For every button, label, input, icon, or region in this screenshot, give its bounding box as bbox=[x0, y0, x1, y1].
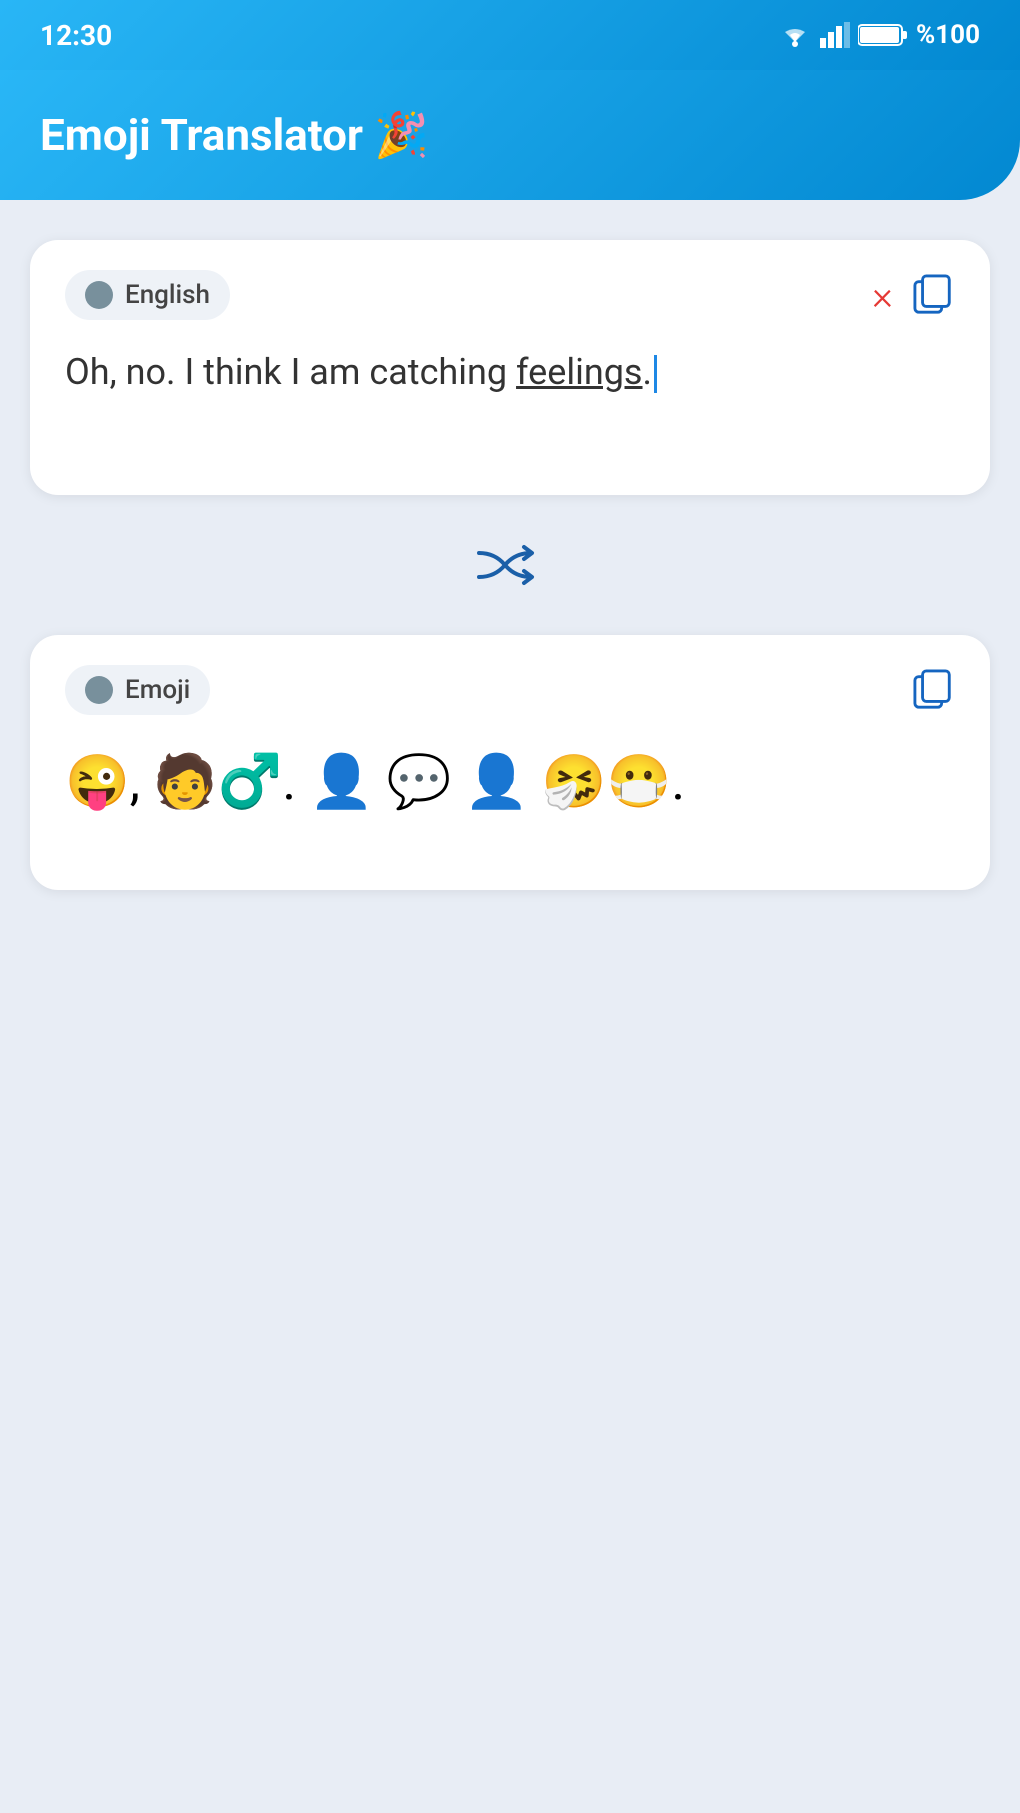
input-card: English × Oh, no. I think I am catching … bbox=[30, 240, 990, 495]
main-content: English × Oh, no. I think I am catching … bbox=[0, 200, 1020, 930]
wifi-icon bbox=[778, 22, 812, 48]
output-card-header: Emoji bbox=[65, 665, 955, 715]
clear-button[interactable]: × bbox=[872, 272, 893, 319]
status-time: 12:30 bbox=[40, 19, 112, 52]
input-lang-label: English bbox=[125, 280, 210, 310]
input-lang-dot bbox=[85, 281, 113, 309]
shuffle-icon bbox=[475, 535, 545, 595]
shuffle-button[interactable] bbox=[475, 535, 545, 595]
input-card-header: English × bbox=[65, 270, 955, 320]
input-card-actions: × bbox=[872, 272, 955, 319]
emoji-output-text: 😜, 🧑‍♂️. 👤 💬 👤 🤧😷. bbox=[65, 751, 685, 812]
input-copy-button[interactable] bbox=[913, 274, 955, 316]
output-language-badge[interactable]: Emoji bbox=[65, 665, 210, 715]
signal-icon bbox=[820, 22, 850, 48]
output-card: Emoji 😜, 🧑‍♂️. 👤 💬 👤 🤧😷. bbox=[30, 635, 990, 890]
input-language-badge[interactable]: English bbox=[65, 270, 230, 320]
input-text-main: Oh, no. I think I am catching bbox=[65, 351, 516, 393]
input-text-display: Oh, no. I think I am catching feelings. bbox=[65, 345, 955, 465]
battery-text: %100 bbox=[916, 20, 980, 50]
input-text-after: . bbox=[643, 351, 653, 393]
output-lang-dot bbox=[85, 676, 113, 704]
input-text-underlined: feelings bbox=[516, 351, 642, 393]
output-lang-label: Emoji bbox=[125, 675, 190, 705]
output-copy-button[interactable] bbox=[913, 669, 955, 711]
app-header: Emoji Translator 🎉 bbox=[0, 70, 1020, 200]
shuffle-container bbox=[30, 525, 990, 605]
header-emoji: 🎉 bbox=[374, 109, 429, 161]
emoji-output-display: 😜, 🧑‍♂️. 👤 💬 👤 🤧😷. bbox=[65, 740, 955, 860]
output-card-actions bbox=[913, 669, 955, 711]
app-title: Emoji Translator 🎉 bbox=[40, 109, 429, 161]
text-cursor bbox=[654, 355, 657, 393]
status-icons: %100 bbox=[778, 20, 980, 50]
status-bar: 12:30 %100 bbox=[0, 0, 1020, 70]
battery-icon bbox=[858, 22, 908, 48]
